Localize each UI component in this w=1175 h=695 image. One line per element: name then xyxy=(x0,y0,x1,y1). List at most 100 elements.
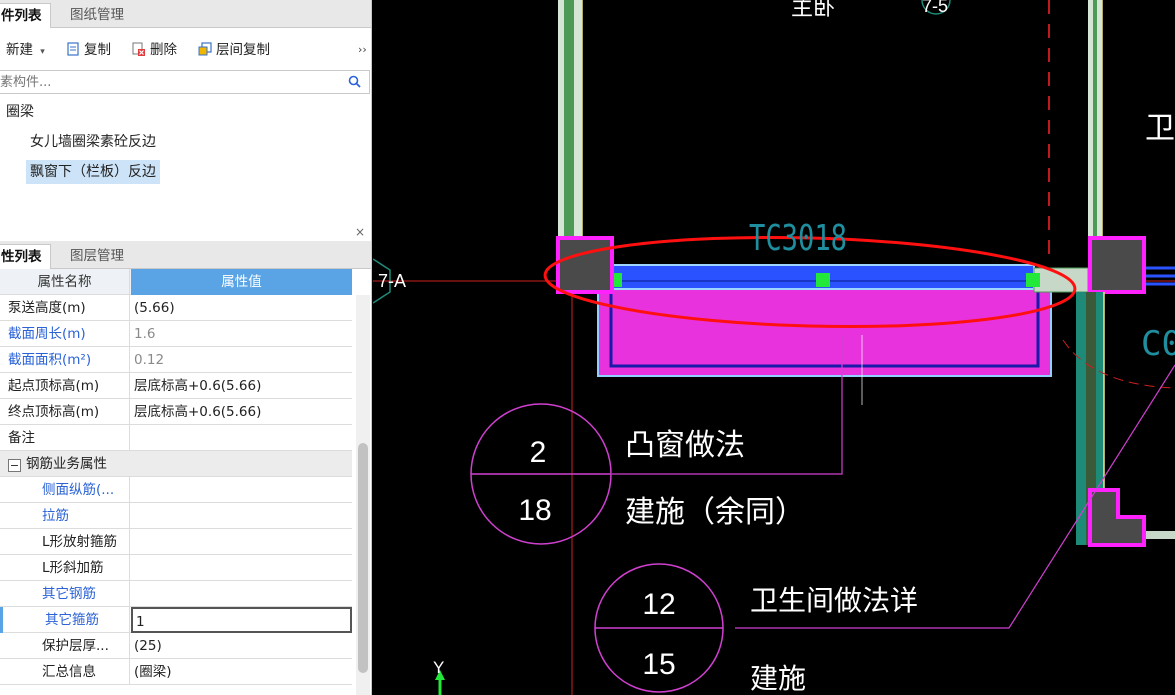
window-code-label: TC3018 xyxy=(749,218,847,259)
column-header-value[interactable]: 属性值 xyxy=(131,269,352,295)
property-name: 起点顶标高(m) xyxy=(0,373,130,399)
property-value[interactable] xyxy=(131,581,352,607)
property-scrollbar[interactable] xyxy=(356,295,370,695)
property-value[interactable] xyxy=(131,425,352,451)
detail-2-title: 卫生间做法详 xyxy=(750,585,918,617)
property-value[interactable]: 层底标高+0.6(5.66) xyxy=(131,373,352,399)
room-label-right: 卫生 xyxy=(1145,112,1175,145)
component-toolbar: 新建 ▾ 复制 删除 层间复制 ›› xyxy=(0,36,371,64)
property-name: 保护层厚... xyxy=(0,633,130,659)
detail-1-title: 凸窗做法 xyxy=(625,429,745,462)
detail-2-top: 12 xyxy=(642,588,675,621)
property-name: 截面面积(m²) xyxy=(0,347,130,373)
axis-label-top: 7-5 xyxy=(922,0,948,16)
property-value[interactable] xyxy=(131,555,352,581)
copy-icon xyxy=(66,42,80,56)
component-search xyxy=(0,70,370,94)
property-name: 截面周长(m) xyxy=(0,321,130,347)
delete-icon xyxy=(132,42,146,56)
ucs-y-label: Y xyxy=(433,658,444,677)
property-value[interactable]: (5.66) xyxy=(131,295,352,321)
close-icon[interactable]: × xyxy=(355,225,365,239)
property-value[interactable] xyxy=(131,529,352,555)
cad-canvas[interactable]: 主卧 7-5 7-A TC3018 卫生 C0 2 18 凸窗做法 建施（余同）… xyxy=(373,0,1175,695)
search-icon[interactable] xyxy=(348,75,361,92)
table-row: 侧面纵筋(... xyxy=(0,477,352,503)
tree-category-ring-beam[interactable]: 圈梁 xyxy=(6,100,34,124)
property-group-label: 钢筋业务属性 xyxy=(26,456,107,472)
detail-1-ref: 建施（余同） xyxy=(625,496,805,529)
property-group[interactable]: − 钢筋业务属性 xyxy=(0,451,200,477)
table-row: 泵送高度(m) (5.66) xyxy=(0,295,352,321)
column-l-shaped[interactable] xyxy=(1088,488,1146,547)
new-label: 新建 xyxy=(6,42,33,58)
column-right[interactable] xyxy=(1088,236,1146,294)
beam-extension xyxy=(1033,267,1089,293)
table-row: 汇总信息 (圈梁) xyxy=(0,659,352,685)
property-tabbar: 性列表 图层管理 xyxy=(0,241,371,269)
property-name: 拉筋 xyxy=(0,503,130,529)
drawing-svg[interactable]: 主卧 7-5 7-A TC3018 卫生 C0 2 18 凸窗做法 建施（余同）… xyxy=(373,0,1175,695)
property-value-input[interactable]: 1 xyxy=(131,607,352,633)
property-value[interactable]: (圈梁) xyxy=(131,659,352,685)
table-row: L形斜加筋 xyxy=(0,555,352,581)
property-name: 终点顶标高(m) xyxy=(0,399,130,425)
column-left[interactable] xyxy=(556,236,614,294)
new-button[interactable]: 新建 ▾ xyxy=(6,40,45,60)
tree-item-parapet-beam[interactable]: 女儿墙圈梁素砼反边 xyxy=(30,130,156,154)
property-name: L形斜加筋 xyxy=(0,555,130,581)
table-row-group: − 钢筋业务属性 xyxy=(0,451,352,477)
wall-left-core xyxy=(564,0,574,240)
property-name: 汇总信息 xyxy=(0,659,130,685)
table-row: 备注 xyxy=(0,425,352,451)
detail-1-top: 2 xyxy=(530,436,547,469)
floor-copy-label: 层间复制 xyxy=(216,42,270,58)
floor-copy-button[interactable]: 层间复制 xyxy=(198,40,270,60)
room-label-top: 主卧 xyxy=(791,0,835,20)
collapse-icon[interactable]: − xyxy=(8,459,21,472)
grip-mid[interactable] xyxy=(816,273,830,287)
copy-label: 复制 xyxy=(84,42,111,58)
property-name: 备注 xyxy=(0,425,130,451)
tree-item-bay-window-beam[interactable]: 飘窗下（栏板）反边 xyxy=(26,160,160,184)
tab-drawing-management[interactable]: 图纸管理 xyxy=(62,3,132,28)
table-row: 其它钢筋 xyxy=(0,581,352,607)
left-panel: 件列表 图纸管理 新建 ▾ 复制 删除 层间复制 ›› 素构件... 圈梁 女儿… xyxy=(0,0,372,695)
table-row: 起点顶标高(m) 层底标高+0.6(5.66) xyxy=(0,373,352,399)
property-name: L形放射箍筋 xyxy=(0,529,130,555)
property-name: 其它钢筋 xyxy=(0,581,130,607)
table-row: 其它箍筋 1 xyxy=(0,607,352,633)
property-value[interactable] xyxy=(131,503,352,529)
component-tabbar: 件列表 图纸管理 xyxy=(0,0,371,28)
axis-label-left: 7-A xyxy=(378,271,406,291)
delete-button[interactable]: 删除 xyxy=(132,40,177,60)
tab-property-list[interactable]: 性列表 xyxy=(0,244,51,269)
table-row: 拉筋 xyxy=(0,503,352,529)
table-row: 保护层厚... (25) xyxy=(0,633,352,659)
detail-2-bottom: 15 xyxy=(642,648,675,681)
scrollbar-thumb[interactable] xyxy=(358,443,368,673)
table-row: 截面周长(m) 1.6 xyxy=(0,321,352,347)
dropdown-arrow-icon: ▾ xyxy=(40,47,45,57)
table-row: 终点顶标高(m) 层底标高+0.6(5.66) xyxy=(0,399,352,425)
property-value[interactable] xyxy=(131,477,352,503)
property-table-header: 属性名称 属性值 xyxy=(0,269,352,295)
tab-component-list[interactable]: 件列表 xyxy=(0,3,51,28)
copy-button[interactable]: 复制 xyxy=(66,40,111,60)
table-row: 截面面积(m²) 0.12 xyxy=(0,347,352,373)
floor-copy-icon xyxy=(198,42,212,56)
toolbar-overflow-button[interactable]: ›› xyxy=(358,40,367,60)
property-value[interactable]: (25) xyxy=(131,633,352,659)
grip-end[interactable] xyxy=(1026,273,1040,287)
column-header-name[interactable]: 属性名称 xyxy=(0,269,130,295)
property-value: 0.12 xyxy=(134,352,165,368)
detail-2-ref: 建施 xyxy=(750,663,806,695)
table-row: L形放射箍筋 xyxy=(0,529,352,555)
search-input[interactable] xyxy=(0,71,330,93)
property-name: 侧面纵筋(... xyxy=(0,477,130,503)
property-name: 泵送高度(m) xyxy=(0,295,130,321)
delete-label: 删除 xyxy=(150,42,177,58)
code-label-right: C0 xyxy=(1141,324,1175,364)
tab-layer-management[interactable]: 图层管理 xyxy=(62,244,132,269)
property-value[interactable]: 层底标高+0.6(5.66) xyxy=(131,399,352,425)
